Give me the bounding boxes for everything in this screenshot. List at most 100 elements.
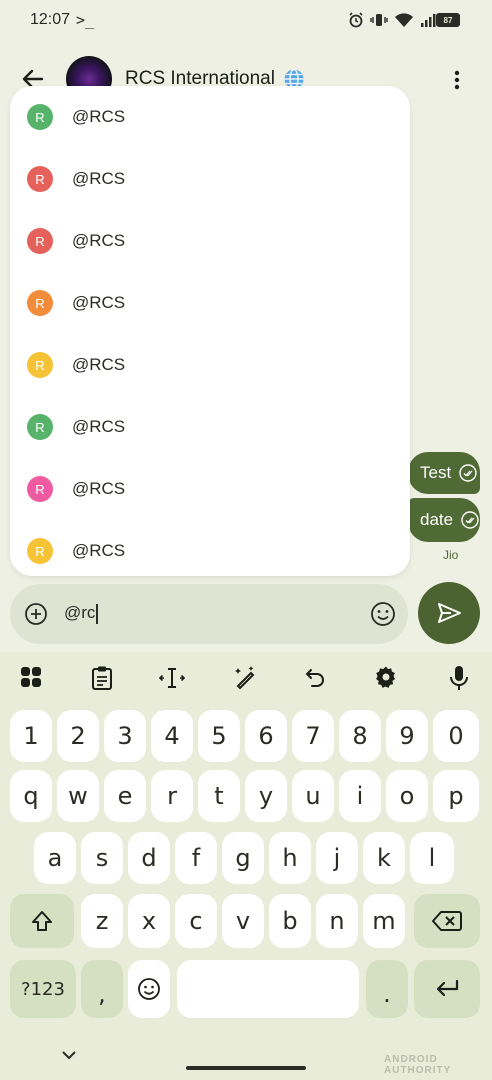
shift-key[interactable] <box>10 894 74 948</box>
status-bar: 12:07 >_ 87 <box>0 0 492 40</box>
alarm-icon <box>348 12 364 28</box>
key-f[interactable]: f <box>175 832 217 884</box>
enter-icon <box>436 979 459 997</box>
text-cursor-icon[interactable] <box>158 665 186 691</box>
suggestion-item[interactable]: R @RCS <box>10 334 410 396</box>
suggestion-avatar: R <box>27 414 53 440</box>
symbols-key[interactable]: ?123 <box>10 960 76 1018</box>
hide-keyboard-chevron-icon[interactable] <box>60 1048 78 1062</box>
suggestion-label: @RCS <box>72 541 126 560</box>
key-5[interactable]: 5 <box>198 710 240 762</box>
watermark: ANDROID AUTHORITY <box>384 1054 452 1076</box>
emoji-icon[interactable] <box>370 601 396 627</box>
send-button[interactable] <box>418 582 480 644</box>
suggestion-item[interactable]: R @RCS <box>10 210 410 272</box>
suggestion-avatar: R <box>27 352 53 378</box>
suggestion-label: @RCS <box>72 107 126 126</box>
suggestion-item[interactable]: R @RCS <box>10 396 410 458</box>
suggestion-item[interactable]: R @RCS <box>10 272 410 334</box>
key-2[interactable]: 2 <box>57 710 99 762</box>
backspace-key[interactable] <box>414 894 480 948</box>
more-options-icon[interactable] <box>450 68 464 92</box>
key-q[interactable]: q <box>10 770 52 822</box>
key-u[interactable]: u <box>292 770 334 822</box>
shift-icon <box>32 911 52 931</box>
magic-pen-icon[interactable] <box>232 665 258 691</box>
suggestion-avatar: R <box>27 104 53 130</box>
key-7[interactable]: 7 <box>292 710 334 762</box>
key-h[interactable]: h <box>269 832 311 884</box>
undo-icon[interactable] <box>303 665 329 691</box>
send-icon <box>438 603 461 623</box>
key-1[interactable]: 1 <box>10 710 52 762</box>
key-a[interactable]: a <box>34 832 76 884</box>
suggestion-label: @RCS <box>72 479 126 498</box>
key-z[interactable]: z <box>81 894 123 948</box>
key-c[interactable]: c <box>175 894 217 948</box>
read-check-icon <box>459 464 477 482</box>
key-v[interactable]: v <box>222 894 264 948</box>
suggestion-label: @RCS <box>72 417 126 436</box>
key-9[interactable]: 9 <box>386 710 428 762</box>
settings-gear-icon[interactable] <box>374 665 400 691</box>
suggestion-avatar: R <box>27 228 53 254</box>
message-bubble[interactable]: date <box>408 498 480 542</box>
apps-grid-icon[interactable] <box>19 665 45 691</box>
key-o[interactable]: o <box>386 770 428 822</box>
key-j[interactable]: j <box>316 832 358 884</box>
terminal-prompt-icon: >_ <box>76 11 95 29</box>
compose-input-text[interactable]: @rc <box>64 603 99 624</box>
key-s[interactable]: s <box>81 832 123 884</box>
space-bar[interactable] <box>177 960 359 1018</box>
key-k[interactable]: k <box>363 832 405 884</box>
suggestion-label: @RCS <box>72 231 126 250</box>
key-8[interactable]: 8 <box>339 710 381 762</box>
suggestion-avatar: R <box>27 290 53 316</box>
message-text: Test <box>420 463 452 482</box>
key-e[interactable]: e <box>104 770 146 822</box>
period-key[interactable]: . <box>366 960 408 1018</box>
key-y[interactable]: y <box>245 770 287 822</box>
message-bubble[interactable]: Test <box>408 452 480 494</box>
suggestion-label: @RCS <box>72 293 126 312</box>
key-3[interactable]: 3 <box>104 710 146 762</box>
comma-key[interactable]: , <box>81 960 123 1018</box>
message-text: date <box>420 510 454 529</box>
message-compose-field[interactable]: @rc <box>10 584 408 644</box>
backspace-icon <box>432 911 462 931</box>
key-g[interactable]: g <box>222 832 264 884</box>
add-attachment-icon[interactable] <box>24 602 48 626</box>
suggestion-item[interactable]: R @RCS <box>10 458 410 520</box>
suggestion-avatar: R <box>27 166 53 192</box>
emoji-key[interactable] <box>128 960 170 1018</box>
status-time: 12:07 <box>30 11 71 28</box>
suggestion-item[interactable]: R @RCS <box>10 148 410 210</box>
key-r[interactable]: r <box>151 770 193 822</box>
mention-suggestions-popup: R @RCS R @RCS R @RCS R @RCS R @RCS R @RC… <box>10 86 410 576</box>
key-b[interactable]: b <box>269 894 311 948</box>
vibrate-icon <box>370 12 388 28</box>
microphone-icon[interactable] <box>447 665 473 691</box>
suggestion-item[interactable]: R @RCS <box>10 86 410 148</box>
key-w[interactable]: w <box>57 770 99 822</box>
suggestion-avatar: R <box>27 476 53 502</box>
emoji-icon <box>138 978 160 1000</box>
key-x[interactable]: x <box>128 894 170 948</box>
key-d[interactable]: d <box>128 832 170 884</box>
key-t[interactable]: t <box>198 770 240 822</box>
gesture-home-bar[interactable] <box>186 1066 306 1070</box>
suggestion-item[interactable]: R @RCS <box>10 520 410 576</box>
suggestion-label: @RCS <box>72 169 126 188</box>
key-l[interactable]: l <box>410 832 454 884</box>
key-p[interactable]: p <box>433 770 479 822</box>
carrier-label: Jio <box>443 548 459 562</box>
enter-key[interactable] <box>414 960 480 1018</box>
key-i[interactable]: i <box>339 770 381 822</box>
key-m[interactable]: m <box>363 894 405 948</box>
battery-icon: 87 <box>436 13 460 27</box>
key-n[interactable]: n <box>316 894 358 948</box>
key-4[interactable]: 4 <box>151 710 193 762</box>
key-0[interactable]: 0 <box>433 710 479 762</box>
key-6[interactable]: 6 <box>245 710 287 762</box>
clipboard-icon[interactable] <box>90 665 116 691</box>
